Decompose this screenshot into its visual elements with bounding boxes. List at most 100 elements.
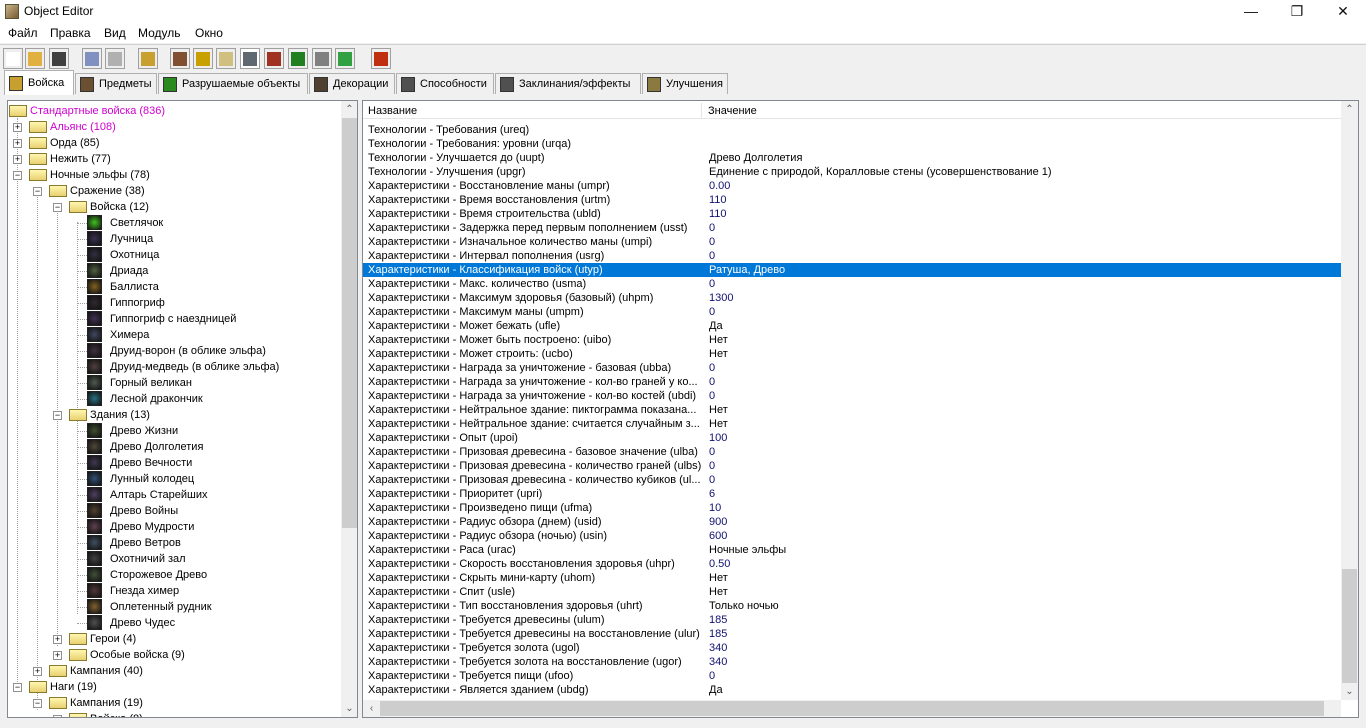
tree-item[interactable]: − Войска (12) <box>8 199 341 215</box>
grid-scroll-thumb[interactable] <box>1342 569 1357 683</box>
property-row[interactable]: Характеристики - Может бежать (ufle) Да <box>363 319 1341 333</box>
tree-item[interactable]: − Кампания (19) <box>8 695 341 711</box>
grid-hscroll-thumb[interactable] <box>380 701 1324 716</box>
property-row[interactable]: Характеристики - Нейтральное здание: пик… <box>363 403 1341 417</box>
tree-item[interactable]: Гнезда химер <box>8 583 341 599</box>
property-value[interactable]: 110 <box>709 193 727 207</box>
menu-item-3[interactable]: Модуль <box>138 26 181 40</box>
tree-item[interactable]: Друид-медведь (в облике эльфа) <box>8 359 341 375</box>
property-value[interactable]: 340 <box>709 641 727 655</box>
property-value[interactable]: 340 <box>709 655 727 669</box>
tab-5[interactable]: Заклинания/эффекты <box>495 73 641 94</box>
property-row[interactable]: Характеристики - Спит (usle) Нет <box>363 585 1341 599</box>
tab-1[interactable]: Предметы <box>75 73 157 94</box>
property-value[interactable]: 10 <box>709 501 721 515</box>
tree-item[interactable]: Охотница <box>8 247 341 263</box>
tree-item[interactable]: Светлячок <box>8 215 341 231</box>
tree-item[interactable]: Гиппогриф с наездницей <box>8 311 341 327</box>
tab-4[interactable]: Способности <box>396 73 494 94</box>
tree-item[interactable]: − Ночные эльфы (78) <box>8 167 341 183</box>
tree-item[interactable]: Древо Войны <box>8 503 341 519</box>
tree-item[interactable]: Баллиста <box>8 279 341 295</box>
property-grid[interactable]: Название Значение Технологии - Требовани… <box>362 100 1359 718</box>
property-row[interactable]: Характеристики - Классификация войск (ut… <box>363 263 1341 277</box>
property-row[interactable]: Характеристики - Награда за уничтожение … <box>363 375 1341 389</box>
property-row[interactable]: Характеристики - Является зданием (ubdg)… <box>363 683 1341 697</box>
property-value[interactable]: Нет <box>709 585 728 599</box>
property-value[interactable]: 0 <box>709 375 715 389</box>
tree-item[interactable]: − Наги (19) <box>8 679 341 695</box>
object-tree[interactable]: Стандартные войска (836) + Альянс (108) + Ор… <box>7 100 358 718</box>
property-row[interactable]: Характеристики - Призовая древесина - ко… <box>363 473 1341 487</box>
expand-icon[interactable]: + <box>53 635 62 644</box>
collapse-icon[interactable]: − <box>33 699 42 708</box>
tree-item[interactable]: + Кампания (40) <box>8 663 341 679</box>
scroll-down-arrow-icon[interactable]: ⌄ <box>341 700 357 717</box>
property-value[interactable]: Да <box>709 683 723 697</box>
property-row[interactable]: Технологии - Улучшается до (uupt) Древо Д… <box>363 151 1341 165</box>
tree-item[interactable]: Древо Жизни <box>8 423 341 439</box>
tree-item[interactable]: Древо Долголетия <box>8 439 341 455</box>
tree-item[interactable]: + Альянс (108) <box>8 119 341 135</box>
tree-item[interactable]: Древо Ветров <box>8 535 341 551</box>
collapse-icon[interactable]: − <box>53 203 62 212</box>
maximize-button[interactable]: ❐ <box>1274 0 1320 24</box>
property-row[interactable]: Характеристики - Требуется древесины на … <box>363 627 1341 641</box>
tree-item[interactable]: Горный великан <box>8 375 341 391</box>
new-button[interactable] <box>3 48 23 69</box>
collapse-icon[interactable]: − <box>53 411 62 420</box>
paste-button[interactable] <box>105 48 125 69</box>
property-value[interactable]: 0 <box>709 277 715 291</box>
scroll-left-arrow-icon[interactable]: ‹ <box>363 700 380 717</box>
ai-button[interactable] <box>288 48 308 69</box>
scroll-up-arrow-icon[interactable]: ⌃ <box>341 101 357 118</box>
expand-icon[interactable]: + <box>13 139 22 148</box>
tree-item[interactable]: Лучница <box>8 231 341 247</box>
tree-item[interactable]: Гиппогриф <box>8 295 341 311</box>
property-value[interactable]: 0 <box>709 389 715 403</box>
property-value[interactable]: 100 <box>709 431 727 445</box>
property-value[interactable]: Древо Долголетия <box>709 151 802 165</box>
property-row[interactable]: Характеристики - Максимум здоровья (базо… <box>363 291 1341 305</box>
scroll-up-arrow-icon[interactable]: ⌃ <box>1341 101 1358 118</box>
property-value[interactable]: 0 <box>709 249 715 263</box>
property-value[interactable]: Да <box>709 319 723 333</box>
property-row[interactable]: Характеристики - Восстановление маны (um… <box>363 179 1341 193</box>
tree-item[interactable]: − Сражение (38) <box>8 183 341 199</box>
property-row[interactable]: Характеристики - Тип восстановления здор… <box>363 599 1341 613</box>
property-row[interactable]: Характеристики - Радиус обзора (ночью) (… <box>363 529 1341 543</box>
property-value[interactable]: 0 <box>709 305 715 319</box>
tree-item[interactable]: Алтарь Старейших <box>8 487 341 503</box>
property-value[interactable]: Единение с природой, Коралловые стены (у… <box>709 165 1052 179</box>
property-value[interactable]: Нет <box>709 417 728 431</box>
property-row[interactable]: Характеристики - Требуется пищи (ufoo) 0 <box>363 669 1341 683</box>
grid-vertical-scrollbar[interactable]: ⌃ ⌄ <box>1341 101 1358 700</box>
property-value[interactable]: 6 <box>709 487 715 501</box>
tree-item[interactable]: Друид-ворон (в облике эльфа) <box>8 343 341 359</box>
property-row[interactable]: Характеристики - Время восстановления (u… <box>363 193 1341 207</box>
property-value[interactable]: 0 <box>709 221 715 235</box>
property-value[interactable]: Нет <box>709 347 728 361</box>
property-value[interactable]: 185 <box>709 627 727 641</box>
expand-icon[interactable]: + <box>33 667 42 676</box>
scroll-down-arrow-icon[interactable]: ⌄ <box>1341 683 1358 700</box>
tab-6[interactable]: Улучшения <box>642 73 728 94</box>
tree-item[interactable]: − Здания (13) <box>8 407 341 423</box>
property-row[interactable]: Характеристики - Может быть построено: (… <box>363 333 1341 347</box>
copy-button[interactable] <box>82 48 102 69</box>
property-row[interactable]: Характеристики - Скорость восстановления… <box>363 557 1341 571</box>
column-header-name[interactable]: Название <box>363 103 702 119</box>
property-row[interactable]: Характеристики - Задержка перед первым п… <box>363 221 1341 235</box>
menu-item-0[interactable]: Файл <box>8 26 38 40</box>
property-value[interactable]: 185 <box>709 613 727 627</box>
collapse-icon[interactable]: − <box>13 683 22 692</box>
import-button[interactable] <box>335 48 355 69</box>
tree-scroll-thumb[interactable] <box>342 118 357 528</box>
tree-item[interactable]: Оплетенный рудник <box>8 599 341 615</box>
property-value[interactable]: Нет <box>709 403 728 417</box>
property-value[interactable]: 0 <box>709 361 715 375</box>
menu-item-2[interactable]: Вид <box>104 26 126 40</box>
tree-item[interactable]: + Нежить (77) <box>8 151 341 167</box>
menu-item-4[interactable]: Окно <box>195 26 223 40</box>
property-row[interactable]: Характеристики - Опыт (upoi) 100 <box>363 431 1341 445</box>
